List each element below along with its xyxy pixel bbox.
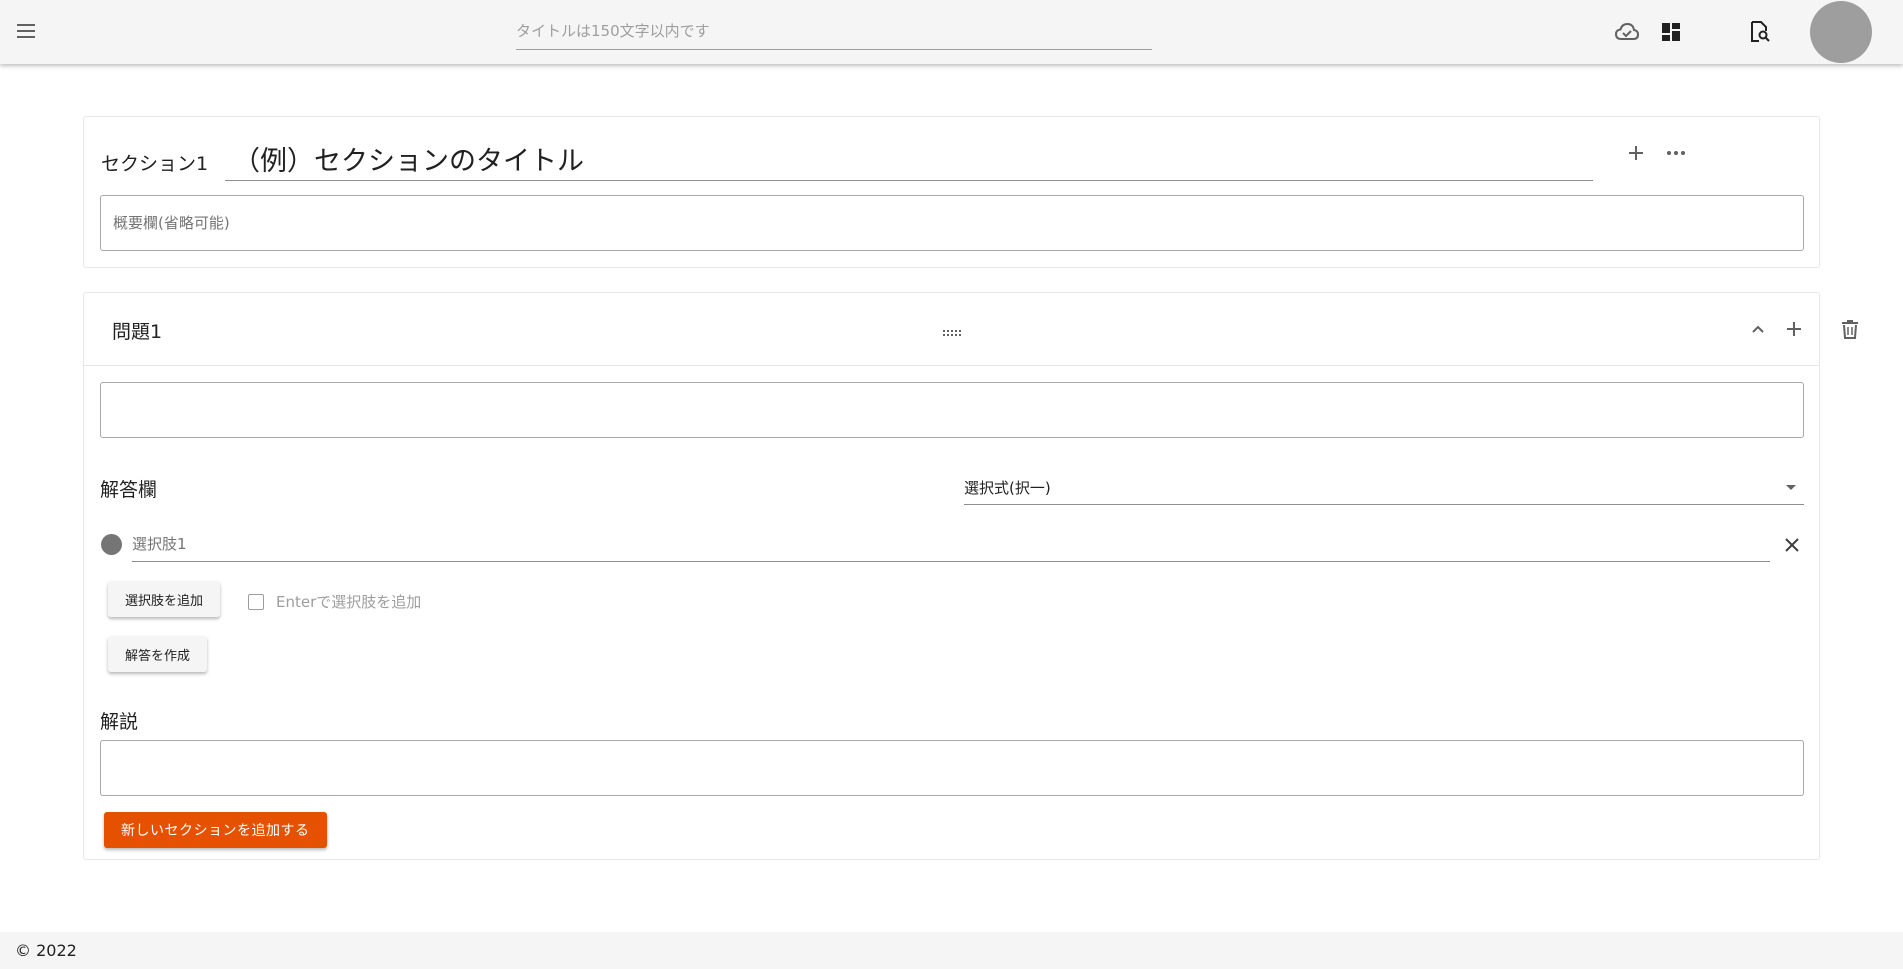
drag-handle-icon[interactable] (941, 323, 965, 337)
footer: © 2022 (0, 932, 1903, 969)
section-title-input[interactable] (225, 137, 1593, 179)
enter-add-label: Enterで選択肢を追加 (276, 593, 422, 611)
avatar[interactable] (1810, 1, 1872, 63)
add-question-icon[interactable] (1780, 315, 1808, 343)
app-header (0, 0, 1903, 64)
section-title-field (225, 137, 1593, 181)
explanation-field (100, 740, 1804, 796)
summary-input[interactable] (101, 196, 1803, 250)
question-header: 問題1 (84, 293, 1858, 366)
enter-add-checkbox[interactable] (248, 594, 264, 610)
add-new-section-button[interactable]: 新しいセクションを追加する (104, 812, 327, 848)
question-card: 問題1 解答欄 選択式(択一) 選択肢を追加 (83, 292, 1858, 860)
section-card: セクション1 (83, 116, 1820, 268)
explanation-input[interactable] (101, 741, 1803, 795)
cloud-check-icon[interactable] (1613, 18, 1641, 46)
remove-choice-icon[interactable] (1778, 531, 1806, 559)
add-section-item-icon[interactable] (1622, 139, 1650, 167)
collapse-question-icon[interactable] (1744, 315, 1772, 343)
section-label: セクション1 (101, 153, 209, 175)
add-choice-button[interactable]: 選択肢を追加 (108, 581, 221, 617)
answer-section-label: 解答欄 (100, 479, 158, 501)
make-answer-button[interactable]: 解答を作成 (108, 636, 208, 672)
choice-input[interactable] (132, 528, 1770, 560)
copyright-text: © 2022 (15, 941, 77, 960)
title-input[interactable] (516, 14, 1152, 48)
answer-type-select[interactable]: 選択式(択一) (964, 469, 1804, 505)
document-search-icon[interactable] (1746, 18, 1774, 46)
answer-type-value: 選択式(択一) (964, 479, 1051, 497)
question-label: 問題1 (112, 321, 163, 343)
explanation-label: 解説 (100, 711, 139, 733)
radio-icon (101, 534, 122, 555)
dropdown-caret-icon (1786, 485, 1796, 490)
summary-field (100, 195, 1804, 251)
question-text-input[interactable] (101, 383, 1803, 437)
question-text-field (100, 382, 1804, 438)
hamburger-menu-icon[interactable] (12, 16, 42, 46)
more-options-icon[interactable] (1662, 139, 1690, 167)
choice-field (132, 528, 1770, 562)
dashboard-icon[interactable] (1657, 18, 1685, 46)
delete-question-icon[interactable] (1836, 315, 1864, 343)
title-field (516, 14, 1152, 50)
